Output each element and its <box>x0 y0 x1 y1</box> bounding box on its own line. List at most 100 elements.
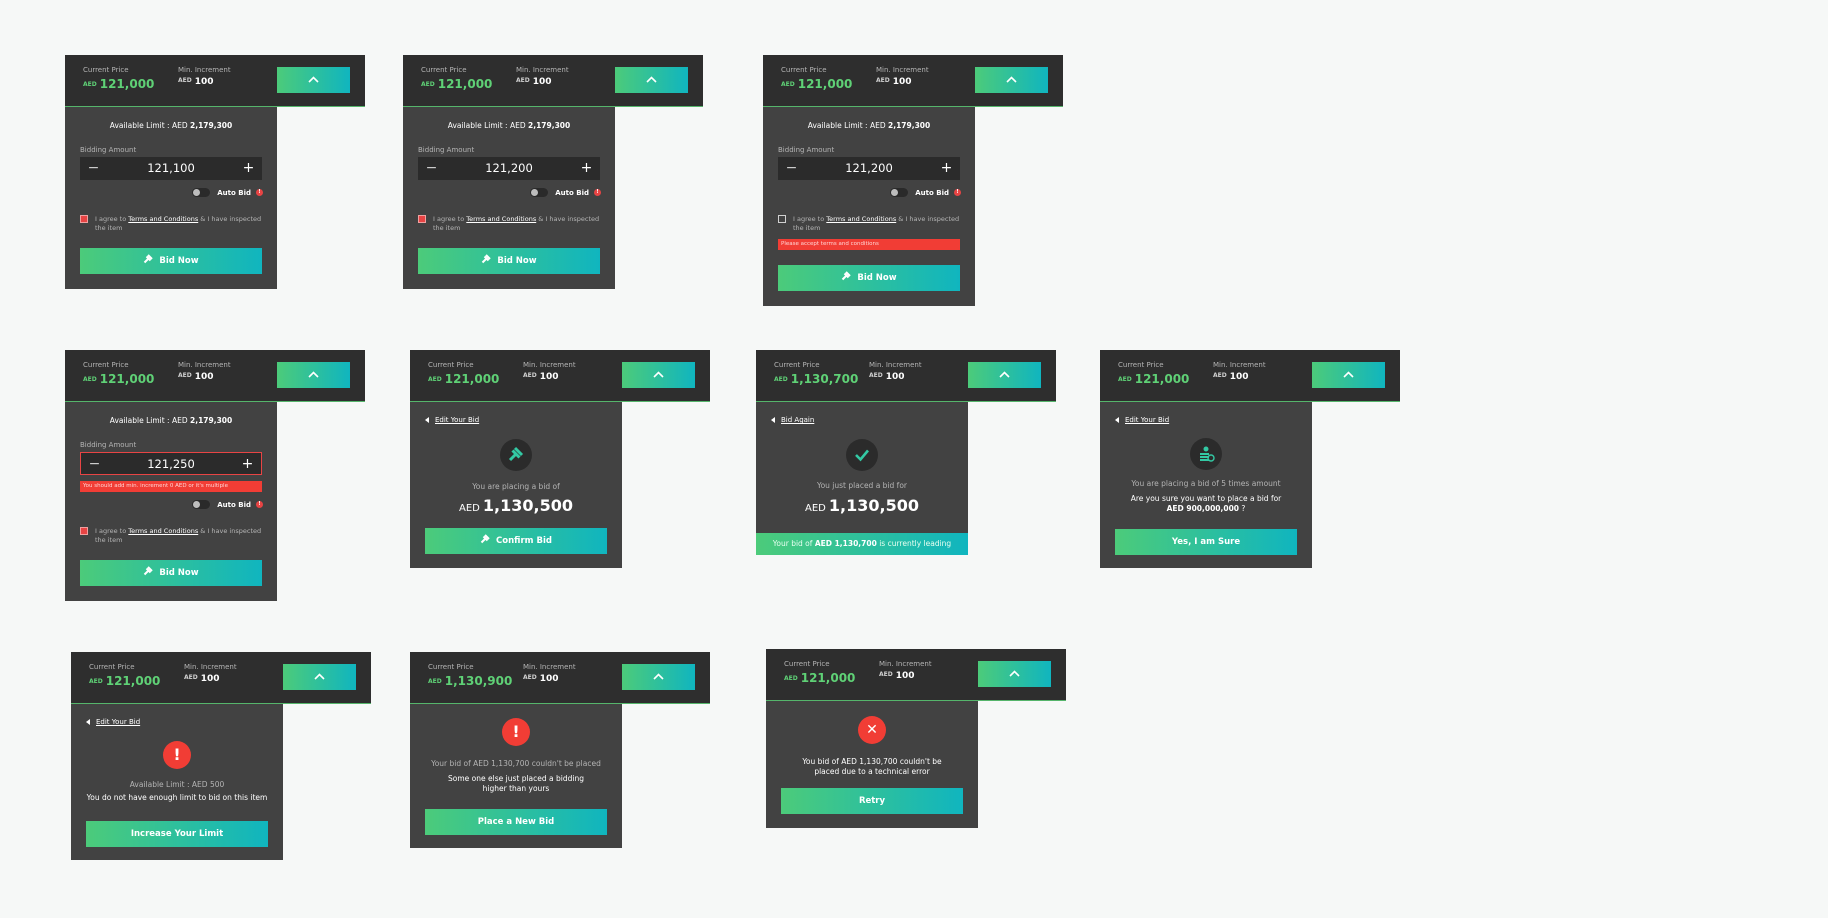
bidding-amount-input[interactable]: 121,250 <box>111 453 231 476</box>
edit-your-bid-link[interactable]: Edit Your Bid <box>1115 416 1169 424</box>
decrement-button[interactable]: − <box>780 157 803 180</box>
bid-now-button[interactable]: Bid Now <box>80 560 262 586</box>
insufficient-limit-body: Edit Your Bid ! Available Limit : AED 50… <box>71 704 283 860</box>
price-header: Current Price AED 121,000 Min. Increment AE… <box>766 649 1066 701</box>
confirm-bid-button[interactable]: Confirm Bid <box>425 528 607 554</box>
gavel-icon <box>500 439 532 471</box>
min-increment-label: Min. Increment <box>178 66 231 74</box>
terms-agreement: I agree to Terms and Conditions & I have… <box>418 215 600 233</box>
min-increment-value: 100 <box>532 77 552 87</box>
collapse-button[interactable] <box>978 661 1051 687</box>
alert-icon: ! <box>502 718 530 746</box>
terms-link[interactable]: Terms and Conditions <box>128 527 198 535</box>
collapse-button[interactable] <box>1312 362 1385 388</box>
bid-amount: AED 1,130,500 <box>459 496 573 515</box>
min-increment-label: Min. Increment <box>879 660 932 668</box>
edit-your-bid-link[interactable]: Edit Your Bid <box>86 718 140 726</box>
place-new-bid-button[interactable]: Place a New Bid <box>425 809 607 835</box>
current-price-value: 121,000 <box>105 674 161 688</box>
collapse-button[interactable] <box>615 67 688 93</box>
bid-form: Available Limit : AED 2,179,300 Bidding … <box>403 107 615 289</box>
decrement-button[interactable]: − <box>83 453 106 476</box>
increment-button[interactable]: + <box>236 453 259 476</box>
close-icon: ✕ <box>858 716 886 744</box>
collapse-button[interactable] <box>277 67 350 93</box>
currency: AED <box>784 675 798 682</box>
bid-now-button[interactable]: Bid Now <box>80 248 262 274</box>
increment-button[interactable]: + <box>935 157 958 180</box>
currency: AED <box>89 678 103 685</box>
terms-checkbox[interactable] <box>778 215 786 223</box>
auto-bid-toggle[interactable] <box>192 500 211 509</box>
technical-error-body: ✕ You bid of AED 1,130,700 couldn't be p… <box>766 701 978 828</box>
bid-now-button[interactable]: Bid Now <box>418 248 600 274</box>
min-increment-value: 100 <box>539 674 559 684</box>
price-header: Current Price AED 1,130,700 Min. Increment… <box>756 350 1056 402</box>
bidding-amount-input[interactable]: 121,200 <box>448 157 570 180</box>
min-increment-label: Min. Increment <box>1213 361 1266 369</box>
auto-bid-toggle[interactable] <box>192 188 211 197</box>
currency: AED <box>774 376 788 383</box>
auto-bid-label: Auto Bid <box>217 188 251 197</box>
terms-checkbox[interactable] <box>80 527 88 535</box>
auto-bid-toggle[interactable] <box>890 188 909 197</box>
current-price-value: 1,130,900 <box>444 674 513 688</box>
info-icon[interactable]: ! <box>954 189 961 196</box>
chevron-up-icon <box>314 673 325 680</box>
technical-error-text: You bid of AED 1,130,700 couldn't be pla… <box>802 757 942 776</box>
price-header: Current Price AED 121,000 Min. Increment AE… <box>65 55 365 107</box>
gavel-icon <box>480 534 490 544</box>
bid-form: Available Limit : AED 2,179,300 Bidding … <box>65 402 277 601</box>
gavel-icon <box>144 254 154 264</box>
confirm-question: Are you sure you want to place a bid for <box>1130 494 1282 503</box>
currency: AED <box>178 372 192 379</box>
collapse-button[interactable] <box>277 362 350 388</box>
collapse-button[interactable] <box>622 362 695 388</box>
increment-button[interactable]: + <box>575 157 598 180</box>
collapse-button[interactable] <box>622 664 695 690</box>
bidding-amount-input[interactable]: 121,100 <box>110 157 232 180</box>
info-icon[interactable]: ! <box>256 189 263 196</box>
checkmark-icon <box>846 439 878 471</box>
bidding-amount-label: Bidding Amount <box>778 146 835 154</box>
info-icon[interactable]: ! <box>256 501 263 508</box>
confirm-body: Edit Your Bid You are placing a bid of A… <box>410 402 622 568</box>
auto-bid: Auto Bid! <box>530 188 601 197</box>
bid-again-link[interactable]: Bid Again <box>771 416 814 424</box>
terms-link[interactable]: Terms and Conditions <box>826 215 896 223</box>
large-bid-amount: AED 900,000,000 ? <box>1166 504 1246 513</box>
increase-limit-button[interactable]: Increase Your Limit <box>86 821 268 847</box>
min-increment-label: Min. Increment <box>178 361 231 369</box>
collapse-button[interactable] <box>975 67 1048 93</box>
terms-link[interactable]: Terms and Conditions <box>128 215 198 223</box>
current-price-label: Current Price <box>774 361 820 369</box>
terms-checkbox[interactable] <box>80 215 88 223</box>
available-limit: Available Limit : AED 2,179,300 <box>807 121 931 130</box>
decrement-button[interactable]: − <box>420 157 443 180</box>
bid-now-button[interactable]: Bid Now <box>778 265 960 291</box>
info-icon[interactable]: ! <box>594 189 601 196</box>
bidding-amount-input[interactable]: 121,200 <box>808 157 930 180</box>
terms-error-message: Please accept terms and conditions <box>778 239 960 250</box>
terms-link[interactable]: Terms and Conditions <box>466 215 536 223</box>
bidding-amount-label: Bidding Amount <box>80 441 137 449</box>
chevron-up-icon <box>1009 670 1020 677</box>
auto-bid: Auto Bid! <box>890 188 961 197</box>
chevron-up-icon <box>653 673 664 680</box>
decrement-button[interactable]: − <box>82 157 105 180</box>
yes-i-am-sure-button[interactable]: Yes, I am Sure <box>1115 529 1297 555</box>
currency: AED <box>523 674 537 681</box>
auto-bid: Auto Bid! <box>192 188 263 197</box>
terms-checkbox[interactable] <box>418 215 426 223</box>
edit-your-bid-link[interactable]: Edit Your Bid <box>425 416 479 424</box>
bidding-amount-label: Bidding Amount <box>418 146 475 154</box>
current-price-value: 121,000 <box>99 372 155 386</box>
auto-bid: Auto Bid! <box>192 500 263 509</box>
min-increment-value: 100 <box>200 674 220 684</box>
current-price-label: Current Price <box>89 663 135 671</box>
collapse-button[interactable] <box>968 362 1041 388</box>
collapse-button[interactable] <box>283 664 356 690</box>
retry-button[interactable]: Retry <box>781 788 963 814</box>
auto-bid-toggle[interactable] <box>530 188 549 197</box>
increment-button[interactable]: + <box>237 157 260 180</box>
